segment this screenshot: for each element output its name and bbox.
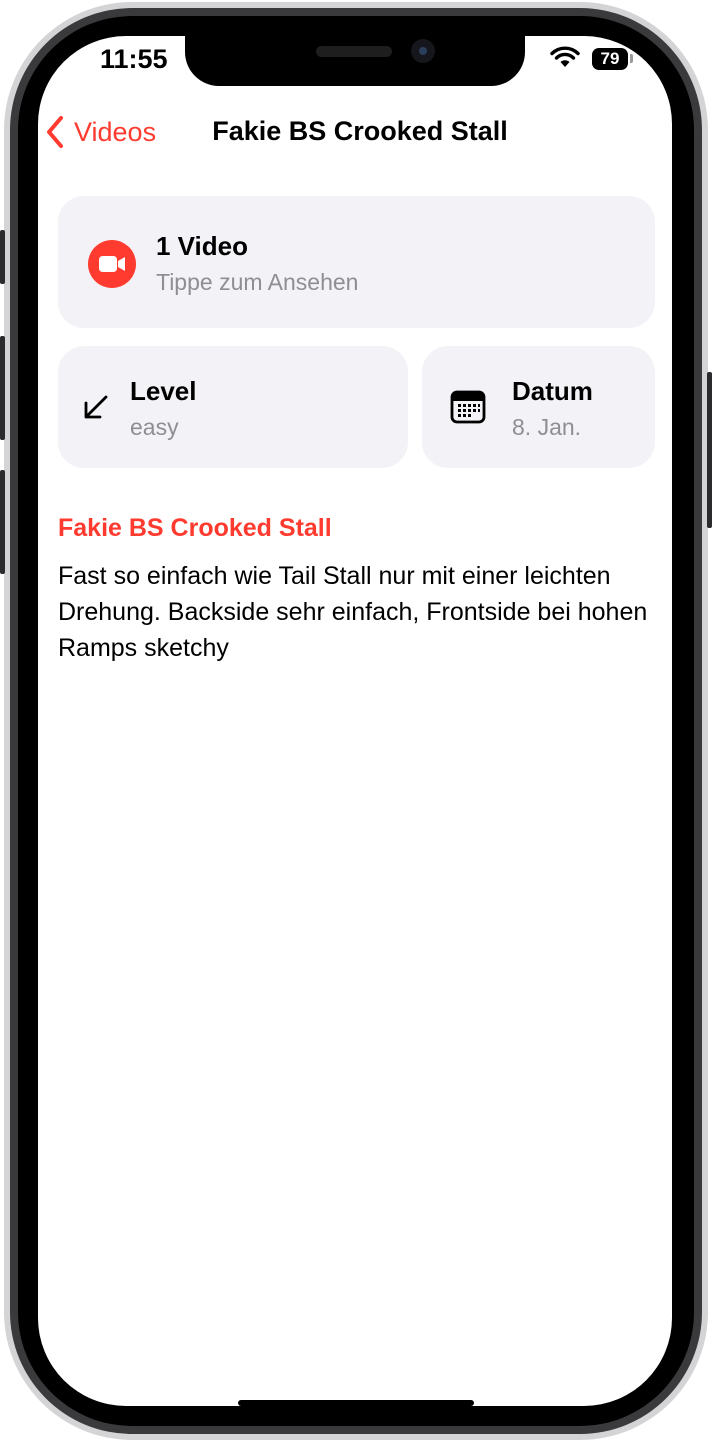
earpiece-speaker [316, 46, 392, 57]
notch [185, 36, 525, 86]
calendar-icon [450, 390, 486, 424]
arrow-down-left-icon [84, 395, 108, 419]
level-value: easy [130, 414, 179, 440]
volume-up-button [0, 336, 5, 440]
date-value: 8. Jan. [512, 414, 582, 440]
chevron-left-icon [47, 116, 63, 148]
wifi-icon [550, 46, 580, 67]
level-card: Level easy [58, 346, 408, 468]
level-title: Level [130, 376, 197, 406]
home-indicator[interactable] [238, 1400, 474, 1406]
video-card[interactable]: 1 Video Tippe zum Ansehen [58, 196, 655, 328]
back-button-label: Videos [74, 116, 157, 147]
status-time: 11:55 [100, 44, 168, 74]
battery-icon: 79 [592, 48, 628, 70]
power-button [707, 372, 712, 528]
screen: 11:55 79 Fakie BS Crooked Stall Videos 1… [38, 36, 672, 1406]
date-title: Datum [512, 376, 593, 406]
battery-tip [630, 54, 633, 63]
date-card: Datum 8. Jan. [422, 346, 655, 468]
video-hint: Tippe zum Ansehen [156, 269, 359, 295]
mute-switch [0, 230, 5, 284]
video-count: 1 Video [156, 231, 249, 261]
video-camera-icon [88, 240, 136, 288]
front-camera [411, 39, 435, 63]
volume-down-button [0, 470, 5, 574]
back-button[interactable]: Videos [44, 114, 156, 150]
trick-heading: Fakie BS Crooked Stall [58, 514, 332, 542]
battery-level: 79 [600, 49, 620, 68]
trick-description: Fast so einfach wie Tail Stall nur mit e… [58, 562, 648, 662]
